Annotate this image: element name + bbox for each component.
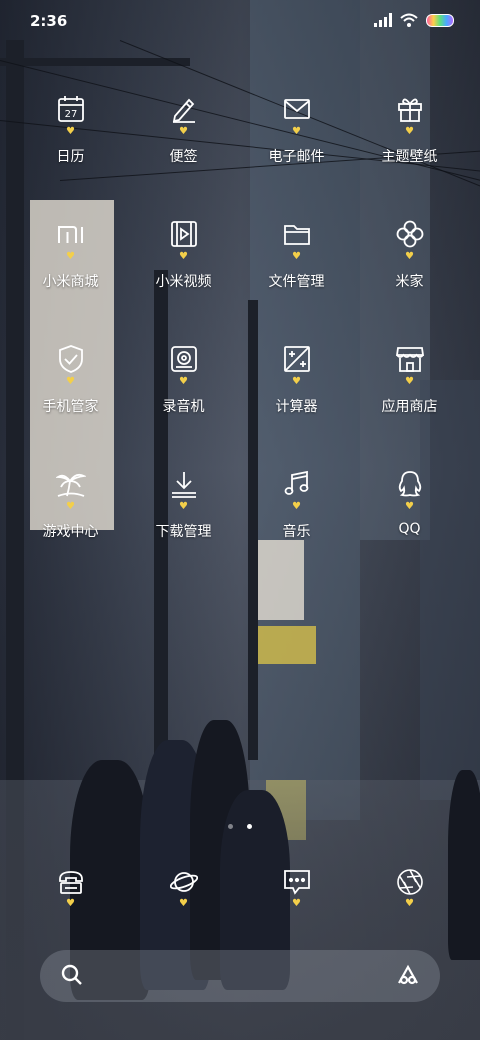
page-indicator[interactable] [0,824,480,829]
heart-badge: ♥ [179,376,188,387]
app-label: 游戏中心 [42,524,99,540]
svg-text:27: 27 [64,109,77,120]
app-mi-store[interactable]: ♥ 小米商城 [14,217,127,342]
calendar-icon: 27 [56,94,86,124]
heart-badge: ♥ [405,376,414,387]
qq-penguin-icon [395,469,425,499]
clover-icon [395,219,425,249]
app-calendar[interactable]: 27 ♥ 日历 [14,92,127,217]
heart-badge: ♥ [405,501,414,512]
heart-badge: ♥ [292,501,301,512]
signal-icon [374,13,392,27]
dock-camera[interactable]: ♥ [353,866,466,912]
dock-phone[interactable]: ♥ [14,866,127,912]
mi-logo-icon [56,219,86,249]
calculator-icon [282,344,312,374]
folder-icon [282,219,312,249]
dock-browser[interactable]: ♥ [127,866,240,912]
music-note-icon [282,469,312,499]
mail-icon [282,94,312,124]
app-label: 音乐 [282,524,311,540]
message-icon [283,868,311,896]
app-label: 文件管理 [268,274,325,290]
heart-badge: ♥ [179,126,188,137]
heart-badge: ♥ [179,501,188,512]
app-notes[interactable]: ♥ 便签 [127,92,240,217]
page-dot-active[interactable] [247,824,252,829]
app-game-center[interactable]: ♥ 游戏中心 [14,467,127,592]
app-calculator[interactable]: ♥ 计算器 [240,342,353,467]
heart-badge: ♥ [66,898,75,909]
status-time: 2:36 [30,12,68,30]
heart-badge: ♥ [66,501,75,512]
pen-icon [169,94,199,124]
assistant-icon[interactable] [396,963,420,987]
app-label: 计算器 [275,399,318,415]
app-themes[interactable]: ♥ 主题壁纸 [353,92,466,217]
heart-badge: ♥ [66,376,75,387]
heart-badge: ♥ [179,251,188,262]
heart-badge: ♥ [292,126,301,137]
app-label: 米家 [395,274,424,290]
dock-messages[interactable]: ♥ [240,866,353,912]
shield-icon [56,344,86,374]
page-dot[interactable] [228,824,233,829]
heart-badge: ♥ [292,376,301,387]
heart-badge: ♥ [405,251,414,262]
planet-icon [169,868,198,896]
app-label: 小米商城 [42,274,99,290]
app-app-store[interactable]: ♥ 应用商店 [353,342,466,467]
search-icon[interactable] [60,963,84,987]
app-label: 录音机 [162,399,205,415]
status-bar: 2:36 [0,0,480,40]
app-downloads[interactable]: ♥ 下载管理 [127,467,240,592]
app-label: 应用商店 [381,399,438,415]
app-label: 主题壁纸 [381,149,438,165]
heart-badge: ♥ [292,251,301,262]
app-label: 下载管理 [155,524,212,540]
camera-shutter-icon [396,868,424,896]
heart-badge: ♥ [405,898,414,909]
app-label: 小米视频 [155,274,212,290]
app-label: 便签 [169,149,198,165]
app-label: 电子邮件 [268,149,325,165]
app-recorder[interactable]: ♥ 录音机 [127,342,240,467]
app-file-manager[interactable]: ♥ 文件管理 [240,217,353,342]
app-mijia[interactable]: ♥ 米家 [353,217,466,342]
store-icon [395,344,425,374]
app-label: QQ [398,521,421,537]
palm-tree-icon [55,469,86,499]
heart-badge: ♥ [405,126,414,137]
app-security[interactable]: ♥ 手机管家 [14,342,127,467]
app-label: 日历 [56,149,85,165]
wifi-icon [400,13,418,27]
download-icon [169,469,199,499]
gift-icon [395,94,425,124]
recorder-icon [169,344,199,374]
app-mi-video[interactable]: ♥ 小米视频 [127,217,240,342]
phone-icon [57,868,85,896]
app-label: 手机管家 [42,399,99,415]
app-grid: 27 ♥ 日历 ♥ 便签 ♥ 电子邮件 ♥ 主题壁纸 ♥ 小米商城 ♥ 小米视频… [14,92,466,592]
search-bar[interactable] [40,950,440,1002]
heart-badge: ♥ [66,126,75,137]
film-icon [169,219,199,249]
battery-icon [426,13,454,27]
app-qq[interactable]: ♥ QQ [353,467,466,592]
heart-badge: ♥ [179,898,188,909]
app-music[interactable]: ♥ 音乐 [240,467,353,592]
heart-badge: ♥ [292,898,301,909]
dock: ♥ ♥ ♥ ♥ [14,866,466,912]
app-email[interactable]: ♥ 电子邮件 [240,92,353,217]
heart-badge: ♥ [66,251,75,262]
